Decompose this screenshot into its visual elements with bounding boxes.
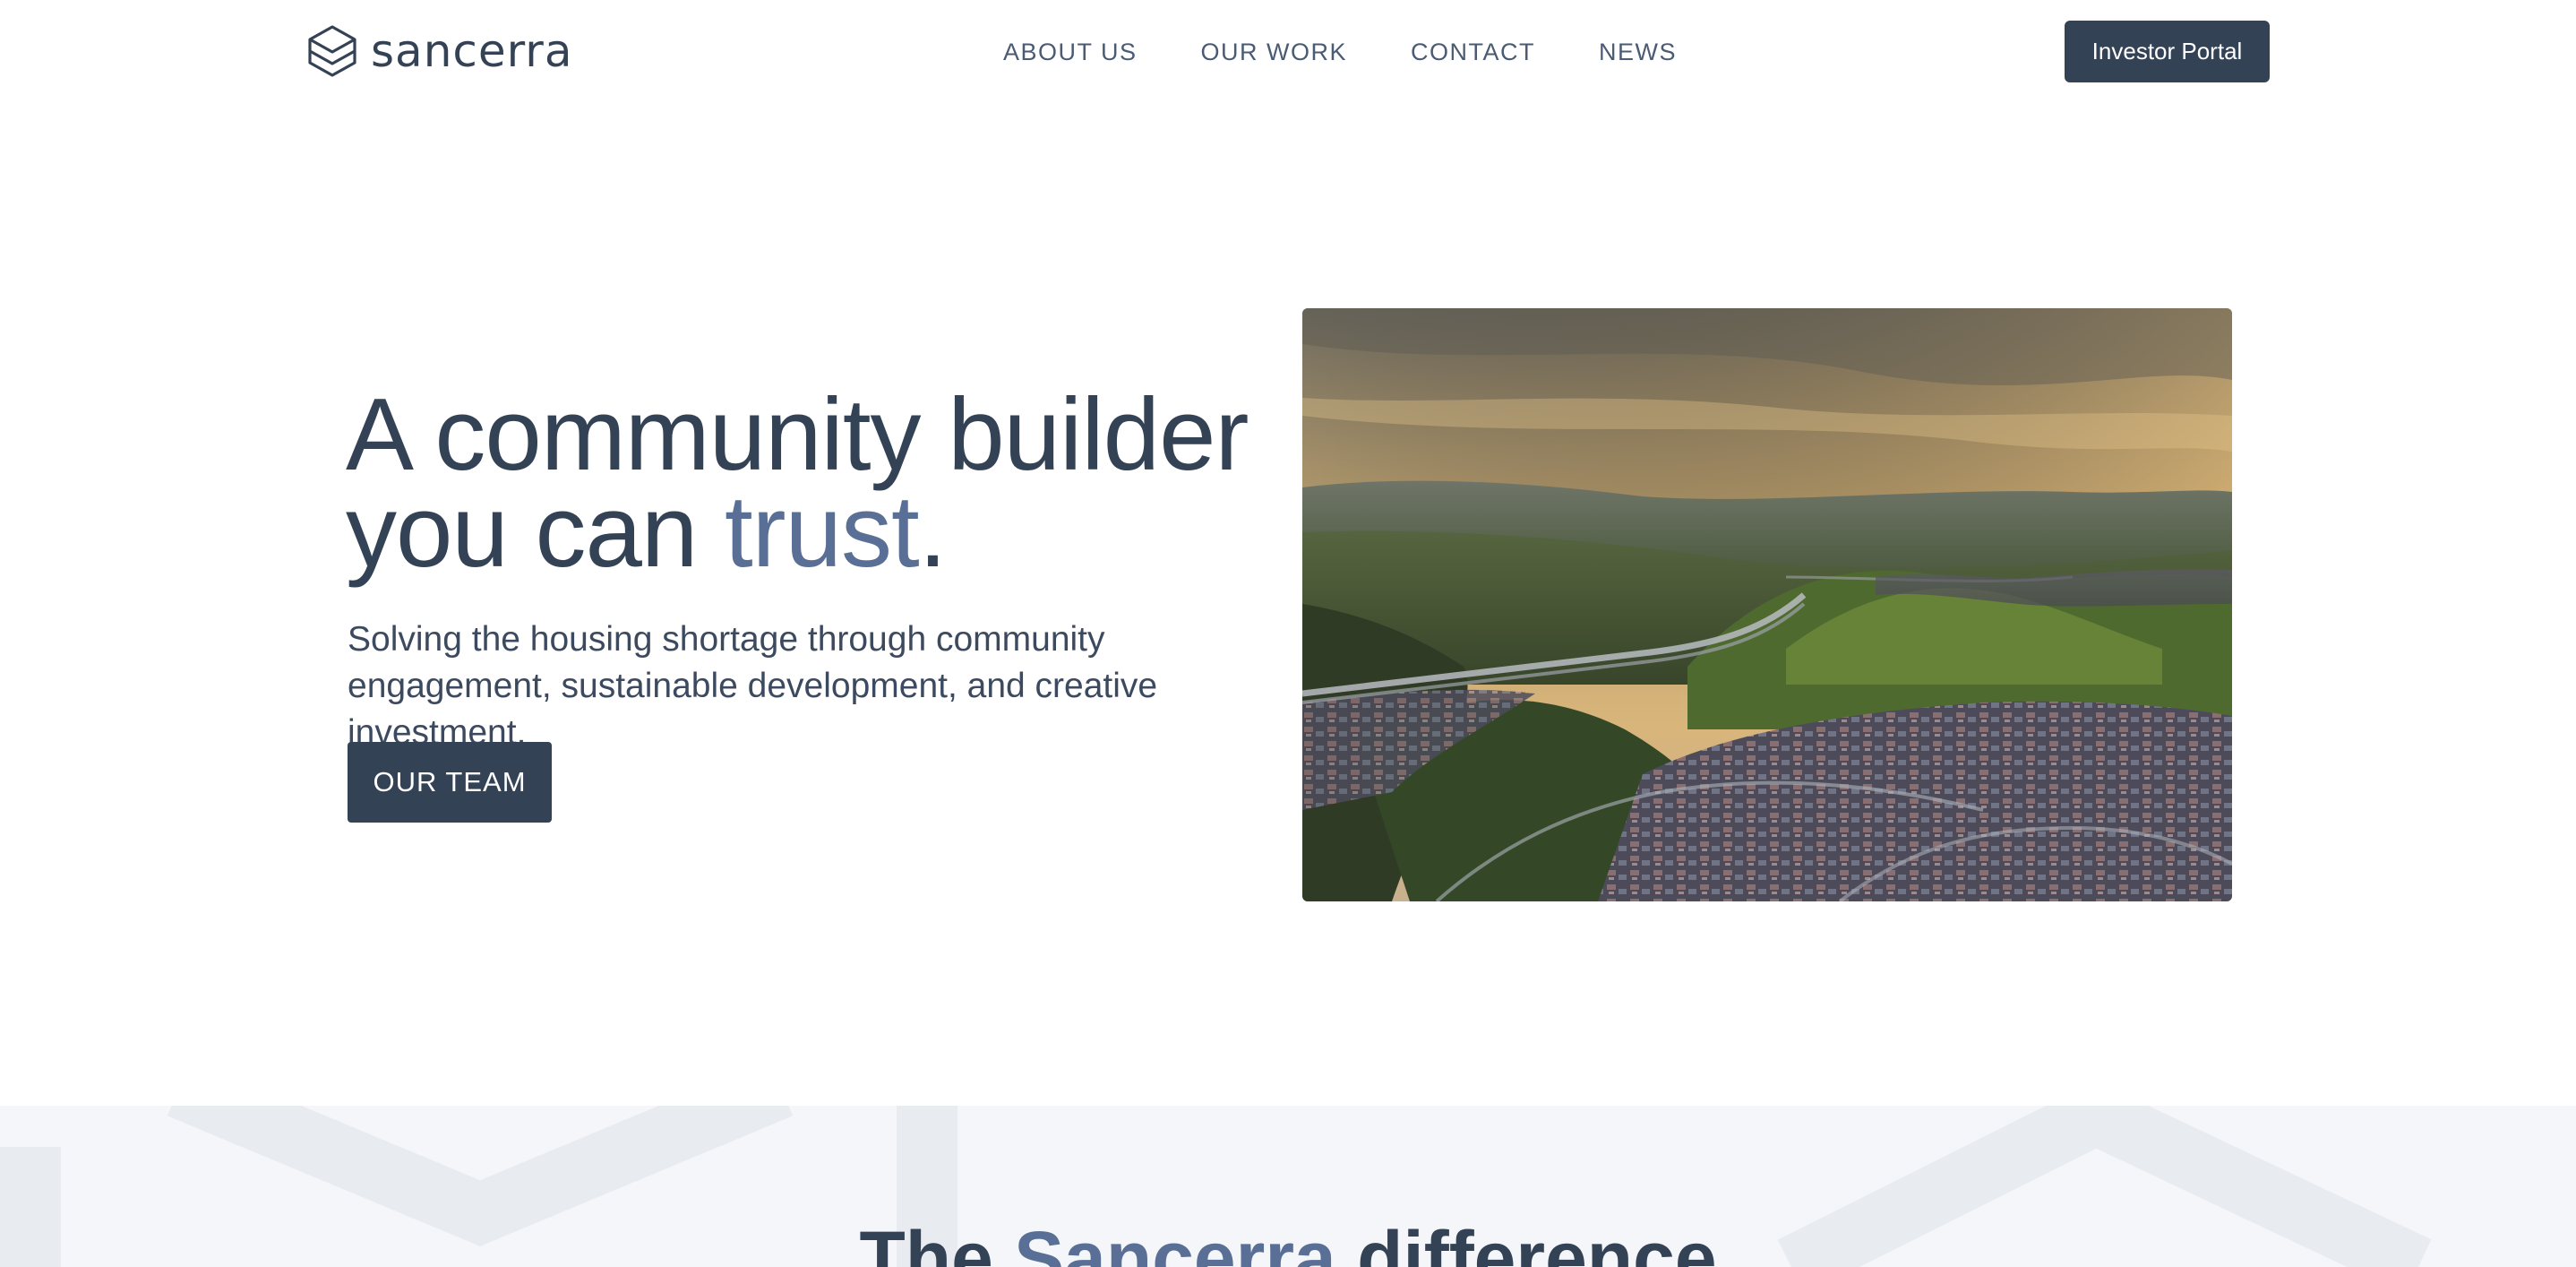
aerial-suburban-valley-photo <box>1302 308 2232 901</box>
nav-link-about-us[interactable]: ABOUT US <box>1003 39 1138 66</box>
hero-title-suffix: . <box>918 475 948 589</box>
nav-link-our-work[interactable]: OUR WORK <box>1201 39 1348 66</box>
site-header: sancerra ABOUT US OUR WORK CONTACT NEWS … <box>0 0 2576 104</box>
difference-title-prefix: The <box>859 1216 1015 1267</box>
brand-name: sancerra <box>371 25 573 77</box>
nav-link-news[interactable]: NEWS <box>1599 39 1677 66</box>
difference-title-accent: Sancerra <box>1014 1216 1336 1267</box>
nav-link-contact[interactable]: CONTACT <box>1411 39 1535 66</box>
hero-title-line2: you can <box>346 475 725 589</box>
hexagon-logo-icon <box>308 25 356 77</box>
main-nav: ABOUT US OUR WORK CONTACT NEWS <box>1003 34 1677 70</box>
hero-title: A community builder you can trust. <box>346 384 1295 583</box>
difference-title: The Sancerra difference <box>0 1213 2576 1267</box>
hero-subtitle: Solving the housing shortage through com… <box>348 620 1158 752</box>
difference-title-suffix: difference <box>1335 1216 1717 1267</box>
hero-image <box>1302 308 2232 901</box>
investor-portal-button[interactable]: Investor Portal <box>2065 21 2270 82</box>
brand-logo[interactable]: sancerra <box>306 23 573 79</box>
hero-title-accent: trust <box>724 475 920 589</box>
our-team-button[interactable]: OUR TEAM <box>348 742 552 823</box>
